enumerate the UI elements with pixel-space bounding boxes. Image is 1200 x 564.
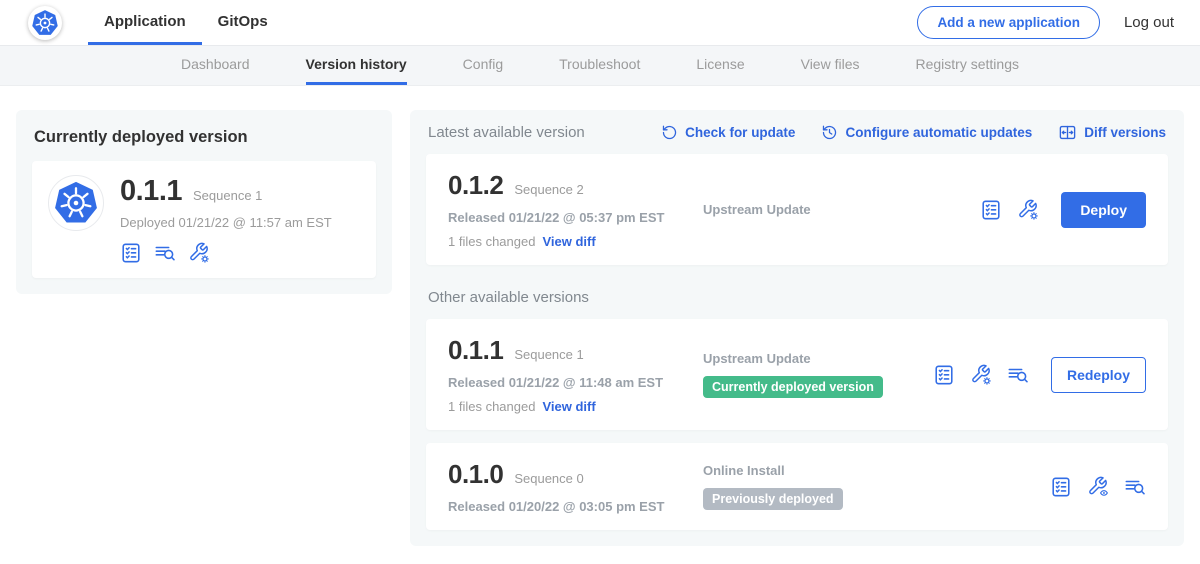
kubernetes-logo-icon bbox=[31, 9, 59, 37]
files-changed-line: 1 files changed View diff bbox=[448, 234, 703, 249]
deploy-logs-icon[interactable] bbox=[154, 242, 176, 264]
version-row-actions: Redeploy bbox=[933, 357, 1146, 393]
kubernetes-logo bbox=[28, 6, 62, 40]
version-number: 0.1.0 bbox=[448, 459, 503, 490]
tab-gitops[interactable]: GitOps bbox=[202, 0, 284, 45]
version-row-0-1-1: 0.1.1 Sequence 1 Released 01/21/22 @ 11:… bbox=[426, 319, 1168, 430]
currently-deployed-badge: Currently deployed version bbox=[703, 376, 883, 398]
files-changed-label: 1 files changed bbox=[448, 399, 535, 414]
version-row-middle: Online Install Previously deployed bbox=[703, 463, 1050, 510]
preflight-checks-icon[interactable] bbox=[933, 364, 955, 386]
subnav-tab-version-history[interactable]: Version history bbox=[306, 46, 407, 85]
kubernetes-app-icon bbox=[53, 180, 99, 226]
tab-application-label: Application bbox=[104, 13, 186, 30]
configure-automatic-updates-link[interactable]: Configure automatic updates bbox=[821, 124, 1032, 141]
deploy-logs-icon[interactable] bbox=[1007, 364, 1029, 386]
subnav-tab-dashboard-label: Dashboard bbox=[181, 56, 250, 72]
version-number: 0.1.1 bbox=[448, 335, 503, 366]
preflight-checks-icon[interactable] bbox=[1050, 476, 1072, 498]
previously-deployed-badge: Previously deployed bbox=[703, 488, 843, 510]
subnav-tab-license[interactable]: License bbox=[696, 46, 744, 85]
version-row-actions: Deploy bbox=[980, 192, 1146, 228]
configure-automatic-updates-label: Configure automatic updates bbox=[845, 125, 1032, 140]
view-diff-link[interactable]: View diff bbox=[542, 399, 595, 414]
currently-deployed-title: Currently deployed version bbox=[34, 128, 374, 147]
version-row-actions bbox=[1050, 476, 1146, 498]
subnav-tab-license-label: License bbox=[696, 56, 744, 72]
edit-config-icon[interactable] bbox=[188, 242, 210, 264]
version-row-middle: Upstream Update bbox=[703, 202, 980, 217]
version-source: Online Install bbox=[703, 463, 1050, 478]
subnav-tab-troubleshoot-label: Troubleshoot bbox=[559, 56, 640, 72]
subnav-tab-version-history-label: Version history bbox=[306, 56, 407, 72]
view-diff-link[interactable]: View diff bbox=[542, 234, 595, 249]
tab-gitops-label: GitOps bbox=[218, 13, 268, 30]
subnav-tab-view-files[interactable]: View files bbox=[801, 46, 860, 85]
deployed-sequence-label: Sequence 1 bbox=[193, 188, 262, 203]
subnav-tab-config[interactable]: Config bbox=[463, 46, 503, 85]
version-row-0-1-2: 0.1.2 Sequence 2 Released 01/21/22 @ 05:… bbox=[426, 154, 1168, 265]
header-right: Add a new application Log out bbox=[917, 0, 1174, 45]
files-changed-line: 1 files changed View diff bbox=[448, 399, 703, 414]
version-source: Upstream Update bbox=[703, 351, 933, 366]
sequence-label: Sequence 2 bbox=[514, 182, 583, 197]
subnav-tab-registry-settings[interactable]: Registry settings bbox=[916, 46, 1019, 85]
view-config-icon[interactable] bbox=[1087, 476, 1109, 498]
version-row-middle: Upstream Update Currently deployed versi… bbox=[703, 351, 933, 398]
versions-panel-header: Latest available version Check for updat… bbox=[426, 123, 1168, 142]
version-row-left: 0.1.1 Sequence 1 Released 01/21/22 @ 11:… bbox=[448, 335, 703, 414]
diff-versions-link[interactable]: Diff versions bbox=[1058, 123, 1166, 142]
app-logo bbox=[48, 175, 104, 231]
check-for-update-link[interactable]: Check for update bbox=[661, 124, 795, 141]
deployed-version-number: 0.1.1 bbox=[120, 175, 182, 208]
tab-application[interactable]: Application bbox=[88, 0, 202, 45]
subnav-tab-registry-settings-label: Registry settings bbox=[916, 56, 1019, 72]
logout-link[interactable]: Log out bbox=[1124, 14, 1174, 31]
app-subnav: Dashboard Version history Config Trouble… bbox=[0, 46, 1200, 86]
sequence-label: Sequence 0 bbox=[514, 471, 583, 486]
subnav-tab-config-label: Config bbox=[463, 56, 503, 72]
subnav-tab-troubleshoot[interactable]: Troubleshoot bbox=[559, 46, 640, 85]
deployed-version-info: 0.1.1 Sequence 1 Deployed 01/21/22 @ 11:… bbox=[120, 175, 332, 264]
edit-config-icon[interactable] bbox=[1017, 199, 1039, 221]
version-row-left: 0.1.2 Sequence 2 Released 01/21/22 @ 05:… bbox=[448, 170, 703, 249]
deployed-timestamp: Deployed 01/21/22 @ 11:57 am EST bbox=[120, 215, 332, 230]
currently-deployed-version-card: 0.1.1 Sequence 1 Deployed 01/21/22 @ 11:… bbox=[32, 161, 376, 278]
released-timestamp: Released 01/20/22 @ 03:05 pm EST bbox=[448, 499, 703, 514]
sequence-label: Sequence 1 bbox=[514, 347, 583, 362]
refresh-icon bbox=[661, 124, 678, 141]
versions-panel: Latest available version Check for updat… bbox=[410, 110, 1184, 546]
diff-versions-label: Diff versions bbox=[1084, 125, 1166, 140]
edit-config-icon[interactable] bbox=[970, 364, 992, 386]
version-row-left: 0.1.0 Sequence 0 Released 01/20/22 @ 03:… bbox=[448, 459, 703, 514]
deploy-logs-icon[interactable] bbox=[1124, 476, 1146, 498]
other-available-title: Other available versions bbox=[428, 289, 1166, 306]
deploy-button[interactable]: Deploy bbox=[1061, 192, 1146, 228]
version-number: 0.1.2 bbox=[448, 170, 503, 201]
versions-panel-actions: Check for update Configure automatic upd… bbox=[661, 123, 1166, 142]
preflight-checks-icon[interactable] bbox=[980, 199, 1002, 221]
preflight-checks-icon[interactable] bbox=[120, 242, 142, 264]
currently-deployed-card: Currently deployed version 0.1.1 Sequenc… bbox=[16, 110, 392, 294]
add-application-button[interactable]: Add a new application bbox=[917, 6, 1100, 39]
main-content: Currently deployed version 0.1.1 Sequenc… bbox=[0, 86, 1200, 564]
schedule-update-icon bbox=[821, 124, 838, 141]
subnav-tab-dashboard[interactable]: Dashboard bbox=[181, 46, 250, 85]
app-header: Application GitOps Add a new application… bbox=[0, 0, 1200, 46]
files-changed-label: 1 files changed bbox=[448, 234, 535, 249]
subnav-tab-view-files-label: View files bbox=[801, 56, 860, 72]
version-row-0-1-0: 0.1.0 Sequence 0 Released 01/20/22 @ 03:… bbox=[426, 443, 1168, 530]
version-source: Upstream Update bbox=[703, 202, 980, 217]
check-for-update-label: Check for update bbox=[685, 125, 795, 140]
released-timestamp: Released 01/21/22 @ 11:48 am EST bbox=[448, 375, 703, 390]
diff-versions-icon bbox=[1058, 123, 1077, 142]
latest-available-title: Latest available version bbox=[428, 124, 585, 141]
redeploy-button[interactable]: Redeploy bbox=[1051, 357, 1146, 393]
released-timestamp: Released 01/21/22 @ 05:37 pm EST bbox=[448, 210, 703, 225]
